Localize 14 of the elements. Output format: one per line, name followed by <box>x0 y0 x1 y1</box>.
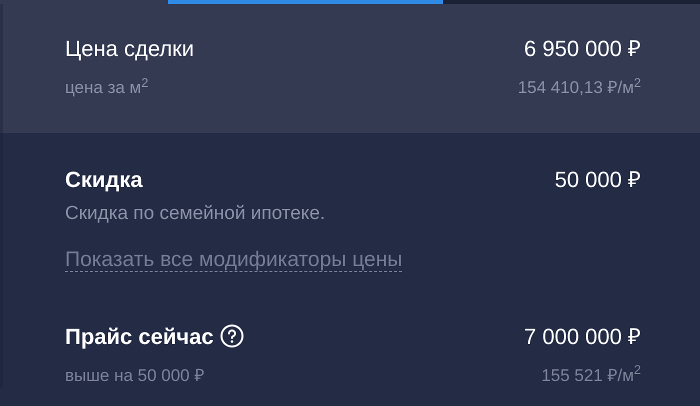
price-difference: выше на 50 000 ₽ <box>65 364 204 386</box>
deal-title: Цена сделки <box>65 35 194 63</box>
discount-amount: 50 000 ₽ <box>554 166 641 194</box>
current-price-title: Прайс сейчас <box>65 322 214 351</box>
help-icon[interactable] <box>220 324 244 348</box>
tab[interactable] <box>168 0 443 4</box>
discount-description: Скидка по семейной ипотеке. <box>65 202 326 226</box>
price-per-meter-label: цена за м$^{2}$ <box>65 75 148 99</box>
current-price-per-meter: 155 521 ₽/м$^{2}$ <box>541 362 641 386</box>
current-price: 7 000 000 ₽ <box>524 322 641 350</box>
discount-title: Скидка <box>65 166 143 194</box>
show-modifiers-link[interactable]: Показать все модификаторы цены <box>65 248 402 272</box>
price-per-meter: 154 410,13 ₽/м$^{2}$ <box>518 75 641 99</box>
deal-price: 6 950 000 ₽ <box>524 35 641 63</box>
